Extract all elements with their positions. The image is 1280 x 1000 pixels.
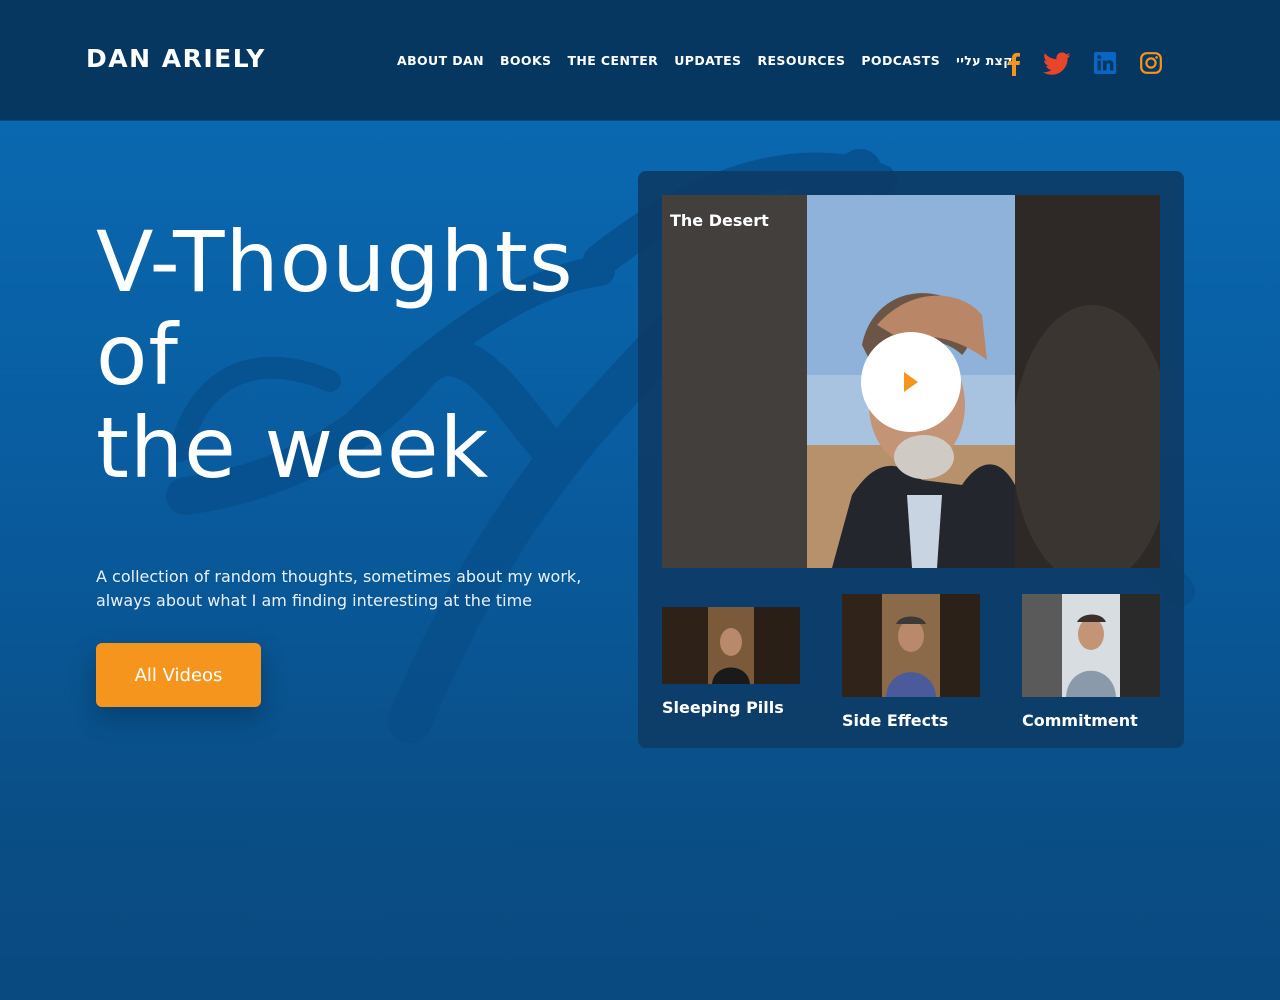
main-nav: ABOUT DAN BOOKS THE CENTER UPDATES RESOU… [397,53,1029,68]
instagram-icon[interactable] [1140,52,1162,78]
featured-video-title: The Desert [670,211,769,230]
hero-section: V-Thoughts of the week A collection of r… [0,121,1280,1000]
video-thumb-commitment[interactable]: Commitment [1022,594,1160,730]
twitter-icon[interactable] [1043,52,1071,80]
featured-video[interactable]: The Desert [662,195,1160,568]
nav-item-books[interactable]: BOOKS [500,53,551,68]
title-line-1: V-Thoughts [96,213,574,311]
thumb-label-commitment: Commitment [1022,711,1138,730]
all-videos-button[interactable]: All Videos [96,643,261,707]
title-line-2: of [96,306,179,404]
nav-item-resources[interactable]: RESOURCES [757,53,845,68]
nav-item-hebrew[interactable]: קצת עליי [956,53,1013,68]
nav-item-updates[interactable]: UPDATES [674,53,741,68]
page-title: V-Thoughts of the week [96,216,656,495]
play-icon [904,372,918,392]
video-panel: The Desert Sleeping Pills Side Effects C… [638,171,1184,748]
hero-description: A collection of random thoughts, sometim… [96,567,582,610]
video-thumb-side-effects[interactable]: Side Effects [842,594,980,730]
title-line-3: the week [96,399,490,497]
play-button[interactable] [861,332,961,432]
site-logo[interactable]: DAN ARIELY [86,44,266,73]
thumbnail-image [842,594,980,697]
nav-item-podcasts[interactable]: PODCASTS [861,53,940,68]
thumb-label-sleeping-pills: Sleeping Pills [662,698,784,717]
video-thumb-sleeping-pills[interactable]: Sleeping Pills [662,607,800,717]
facebook-icon[interactable] [1007,52,1021,80]
thumb-label-side-effects: Side Effects [842,711,949,730]
thumbnail-image [662,607,800,684]
nav-item-center[interactable]: THE CENTER [567,53,658,68]
linkedin-icon[interactable] [1094,52,1116,78]
site-header: DAN ARIELY ABOUT DAN BOOKS THE CENTER UP… [0,0,1280,121]
thumbnail-image [1022,594,1160,697]
nav-item-about[interactable]: ABOUT DAN [397,53,484,68]
